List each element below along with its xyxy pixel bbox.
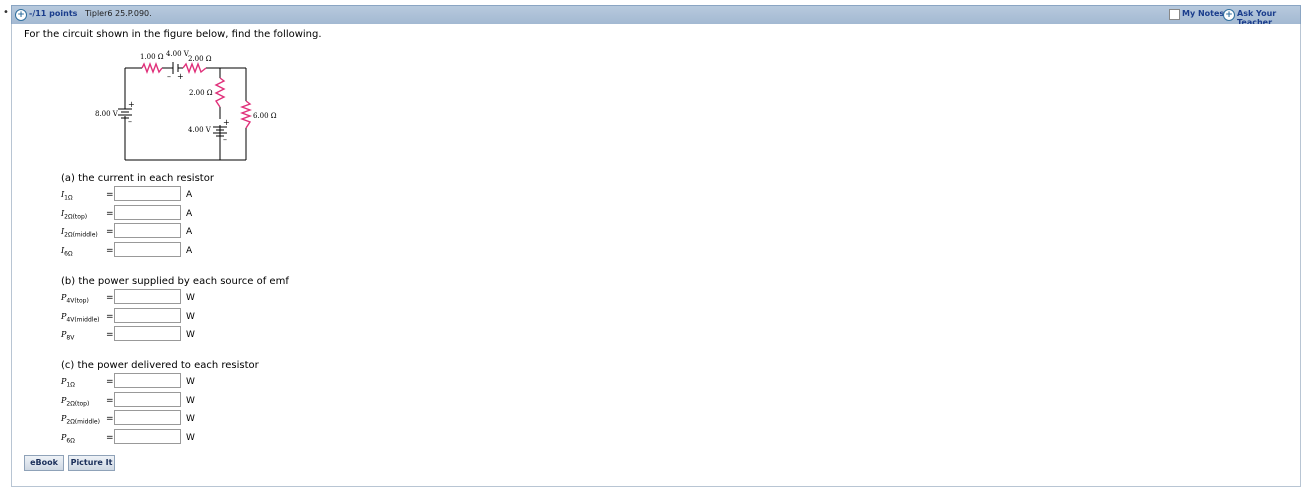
equals-sign: = bbox=[106, 246, 114, 256]
unit-p-2ohm-middle: W bbox=[186, 414, 195, 424]
label-i-2ohm-middle: I2Ω(middle) bbox=[61, 227, 98, 239]
part-b-title: (b) the power supplied by each source of… bbox=[61, 276, 289, 287]
answer-i-2ohm-middle[interactable] bbox=[114, 223, 181, 238]
unit-i-2ohm-middle: A bbox=[186, 227, 193, 237]
label-p-2ohm-top: P2Ω(top) bbox=[61, 396, 90, 408]
equals-sign: = bbox=[106, 414, 114, 424]
label-p-1ohm: P1Ω bbox=[61, 377, 75, 389]
unit-p-4v-top: W bbox=[186, 293, 195, 303]
equals-sign: = bbox=[106, 433, 114, 443]
label-i-1ohm: I1Ω bbox=[61, 190, 73, 202]
notes-checkbox-icon[interactable] bbox=[1169, 9, 1180, 20]
circuit-diagram: 1.00 Ω 4.00 V 2.00 Ω – + 2.00 Ω 8.00 V +… bbox=[95, 50, 277, 161]
label-r1: 1.00 Ω bbox=[140, 53, 164, 61]
label-p-8v: P8V bbox=[61, 330, 75, 342]
unit-p-6ohm: W bbox=[186, 433, 195, 443]
equals-sign: = bbox=[106, 377, 114, 387]
label-i-6ohm: I6Ω bbox=[61, 246, 73, 258]
unit-i-6ohm: A bbox=[186, 246, 193, 256]
equals-sign: = bbox=[106, 293, 114, 303]
answer-p-8v[interactable] bbox=[114, 326, 181, 341]
ask-plus-icon[interactable]: + bbox=[1223, 9, 1235, 21]
equals-sign: = bbox=[106, 396, 114, 406]
equals-sign: = bbox=[106, 312, 114, 322]
expand-plus-icon[interactable]: + bbox=[15, 9, 27, 21]
label-plus-top: + bbox=[177, 72, 184, 81]
answer-p-6ohm[interactable] bbox=[114, 429, 181, 444]
bullet-dot: • bbox=[3, 7, 9, 18]
label-minus-left: – bbox=[128, 117, 132, 126]
answer-p-4v-middle[interactable] bbox=[114, 308, 181, 323]
equals-sign: = bbox=[106, 227, 114, 237]
label-minus-top: – bbox=[167, 72, 171, 81]
answer-i-6ohm[interactable] bbox=[114, 242, 181, 257]
picture-it-button[interactable]: Picture It bbox=[68, 455, 115, 471]
label-i-2ohm-top: I2Ω(top) bbox=[61, 209, 88, 221]
label-r2-top: 2.00 Ω bbox=[188, 55, 212, 63]
unit-p-2ohm-top: W bbox=[186, 396, 195, 406]
equals-sign: = bbox=[106, 330, 114, 340]
label-p-4v-top: P4V(top) bbox=[61, 293, 89, 305]
unit-p-1ohm: W bbox=[186, 377, 195, 387]
unit-i-2ohm-top: A bbox=[186, 209, 193, 219]
answer-p-2ohm-middle[interactable] bbox=[114, 410, 181, 425]
answer-p-2ohm-top[interactable] bbox=[114, 392, 181, 407]
answer-p-1ohm[interactable] bbox=[114, 373, 181, 388]
answer-i-1ohm[interactable] bbox=[114, 186, 181, 201]
intro-text: For the circuit shown in the figure belo… bbox=[24, 29, 322, 40]
label-v-top: 4.00 V bbox=[166, 50, 190, 58]
unit-p-8v: W bbox=[186, 330, 195, 340]
part-c-title: (c) the power delivered to each resistor bbox=[61, 360, 259, 371]
label-p-2ohm-middle: P2Ω(middle) bbox=[61, 414, 100, 426]
label-r2-mid: 2.00 Ω bbox=[189, 89, 213, 97]
question-header: + -/11 points Tipler6 25.P.090. My Notes… bbox=[11, 5, 1301, 27]
label-minus-mid: – bbox=[223, 135, 227, 144]
equals-sign: = bbox=[106, 209, 114, 219]
points-label: -/11 points bbox=[29, 9, 78, 18]
label-r6: 6.00 Ω bbox=[253, 112, 277, 120]
label-p-4v-middle: P4V(middle) bbox=[61, 312, 100, 324]
equals-sign: = bbox=[106, 190, 114, 200]
part-a-title: (a) the current in each resistor bbox=[61, 173, 214, 184]
answer-p-4v-top[interactable] bbox=[114, 289, 181, 304]
my-notes-link[interactable]: My Notes bbox=[1182, 9, 1224, 18]
label-plus-left: + bbox=[128, 100, 135, 109]
ebook-button[interactable]: eBook bbox=[24, 455, 64, 471]
label-plus-mid: + bbox=[223, 118, 230, 127]
label-v-mid: 4.00 V bbox=[188, 126, 212, 134]
label-v-left: 8.00 V bbox=[95, 110, 119, 118]
label-p-6ohm: P6Ω bbox=[61, 433, 75, 445]
answer-i-2ohm-top[interactable] bbox=[114, 205, 181, 220]
problem-id: Tipler6 25.P.090. bbox=[85, 9, 152, 18]
unit-i-1ohm: A bbox=[186, 190, 193, 200]
unit-p-4v-middle: W bbox=[186, 312, 195, 322]
